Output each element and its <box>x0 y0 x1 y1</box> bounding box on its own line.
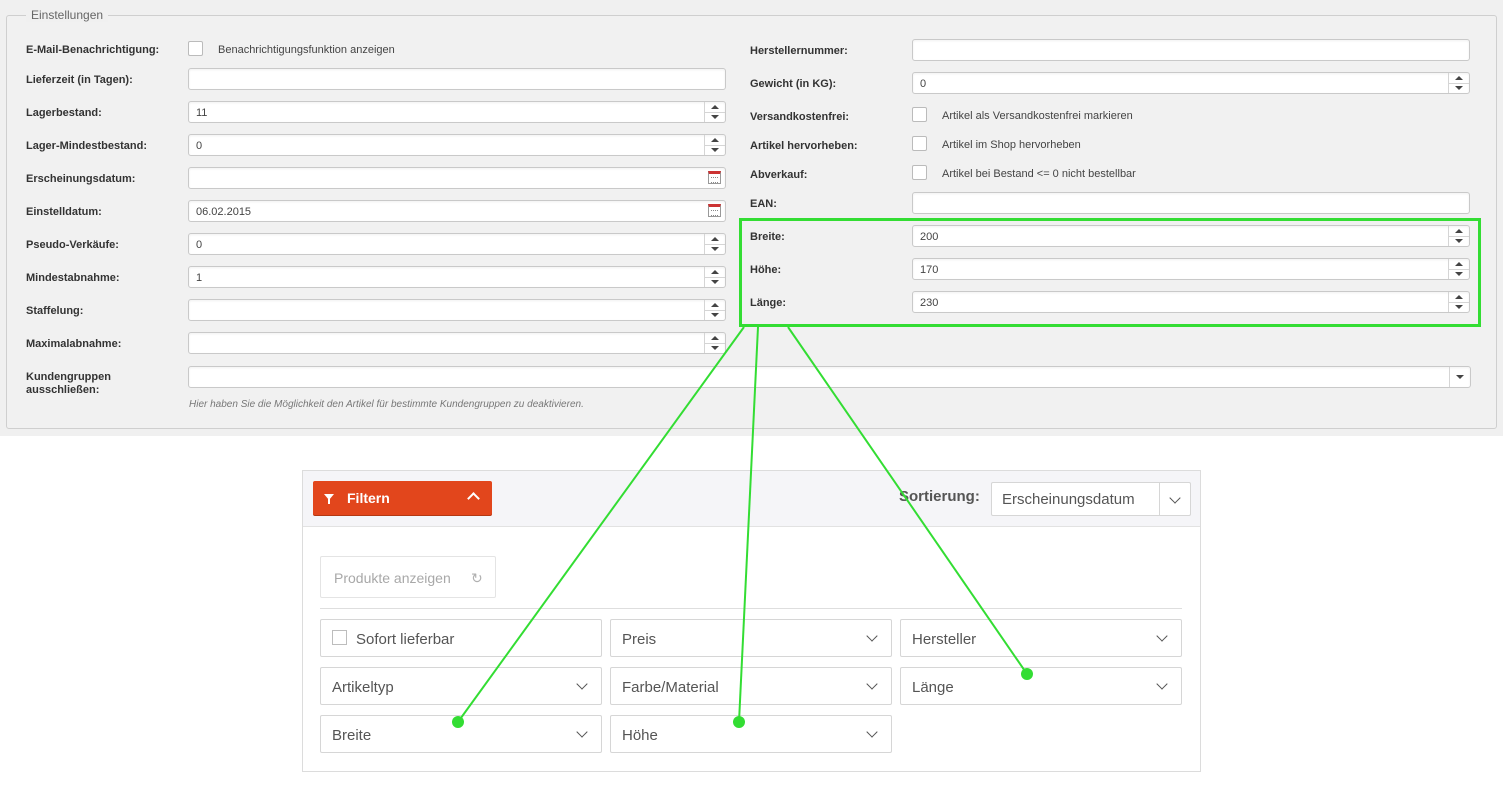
einstelldatum-input[interactable]: 06.02.2015 <box>188 200 726 222</box>
pseudo-verkaeufe-label: Pseudo-Verkäufe: <box>26 239 119 251</box>
staffelung-input[interactable] <box>188 299 726 321</box>
filter-panel: Filtern Sortierung: Erscheinungsdatum Pr… <box>302 470 1201 772</box>
sort-value: Erscheinungsdatum <box>1002 491 1135 508</box>
kundengruppen-hint: Hier haben Sie die Möglichkeit den Artik… <box>189 399 584 410</box>
lagerbestand-label: Lagerbestand: <box>26 107 102 119</box>
kundengruppen-label: Kundengruppen ausschließen: <box>26 371 111 396</box>
filter-hoehe[interactable]: Höhe <box>610 715 892 753</box>
herstellernummer-label: Herstellernummer: <box>750 45 848 57</box>
abverkauf-text: Artikel bei Bestand <= 0 nicht bestellba… <box>942 168 1136 180</box>
gewicht-label: Gewicht (in KG): <box>750 78 837 90</box>
filter-preis[interactable]: Preis <box>610 619 892 657</box>
ean-input[interactable] <box>912 192 1470 214</box>
hervorheben-text: Artikel im Shop hervorheben <box>942 139 1081 151</box>
filter-hersteller[interactable]: Hersteller <box>900 619 1182 657</box>
settings-legend: Einstellungen <box>26 8 109 22</box>
filter-label: Sofort lieferbar <box>356 631 455 648</box>
funnel-icon <box>324 494 334 504</box>
hervorheben-checkbox[interactable] <box>912 136 927 151</box>
mindestabnahme-label: Mindestabnahme: <box>26 272 120 284</box>
refresh-icon: ↻ <box>471 570 483 586</box>
email-notification-label: E-Mail-Benachrichtigung: <box>26 44 160 56</box>
filter-label: Preis <box>622 631 657 648</box>
kundengruppen-select[interactable] <box>188 366 1471 388</box>
chevron-down-icon <box>576 678 588 690</box>
lager-mindestbestand-spinner[interactable] <box>704 135 725 155</box>
pseudo-verkaeufe-spinner[interactable] <box>704 234 725 254</box>
chevron-down-icon <box>866 678 878 690</box>
sort-label: Sortierung: <box>899 488 980 505</box>
filter-laenge[interactable]: Länge <box>900 667 1182 705</box>
abverkauf-label: Abverkauf: <box>750 169 808 181</box>
calendar-icon[interactable] <box>708 204 721 217</box>
filter-label: Farbe/Material <box>622 679 719 696</box>
filter-breite[interactable]: Breite <box>320 715 602 753</box>
filter-label: Artikeltyp <box>332 679 394 696</box>
ean-label: EAN: <box>750 198 777 210</box>
email-notification-text: Benachrichtigungsfunktion anzeigen <box>218 44 395 56</box>
sort-select[interactable]: Erscheinungsdatum <box>991 482 1191 516</box>
versandkostenfrei-checkbox[interactable] <box>912 107 927 122</box>
mindestabnahme-spinner[interactable] <box>704 267 725 287</box>
mindestabnahme-input[interactable]: 1 <box>188 266 726 288</box>
filter-label: Hersteller <box>912 631 977 648</box>
chevron-down-icon <box>866 726 878 738</box>
lager-mindestbestand-input[interactable]: 0 <box>188 134 726 156</box>
lagerbestand-spinner[interactable] <box>704 102 725 122</box>
maximalabnahme-spinner[interactable] <box>704 333 725 353</box>
email-notification-checkbox[interactable] <box>188 41 203 56</box>
lager-mindestbestand-label: Lager-Mindestbestand: <box>26 140 148 152</box>
versandkostenfrei-label: Versandkostenfrei: <box>750 111 850 123</box>
filter-artikeltyp[interactable]: Artikeltyp <box>320 667 602 705</box>
versandkostenfrei-text: Artikel als Versandkostenfrei markieren <box>942 110 1133 122</box>
staffelung-label: Staffelung: <box>26 305 84 317</box>
calendar-icon[interactable] <box>708 171 721 184</box>
pseudo-verkaeufe-input[interactable]: 0 <box>188 233 726 255</box>
filter-sofort-lieferbar[interactable]: Sofort lieferbar <box>320 619 602 657</box>
show-products-label: Produkte anzeigen <box>334 570 451 586</box>
chevron-down-icon <box>1156 678 1168 690</box>
chevron-down-icon <box>1156 630 1168 642</box>
dropdown-arrow-icon[interactable] <box>1449 367 1470 387</box>
erscheinungsdatum-label: Erscheinungsdatum: <box>26 173 136 185</box>
erscheinungsdatum-input[interactable] <box>188 167 726 189</box>
show-products-button[interactable]: Produkte anzeigen ↻ <box>320 556 496 598</box>
chevron-down-icon <box>1169 492 1181 504</box>
sofort-lieferbar-checkbox[interactable] <box>332 630 347 645</box>
lieferzeit-input[interactable] <box>188 68 726 90</box>
filter-label: Länge <box>912 679 954 696</box>
herstellernummer-input[interactable] <box>912 39 1470 61</box>
filter-divider <box>320 608 1182 609</box>
lieferzeit-label: Lieferzeit (in Tagen): <box>26 74 133 86</box>
filter-farbe-material[interactable]: Farbe/Material <box>610 667 892 705</box>
maximalabnahme-label: Maximalabnahme: <box>26 338 122 350</box>
sort-separator <box>1159 483 1160 515</box>
filter-label: Höhe <box>622 727 658 744</box>
maximalabnahme-input[interactable] <box>188 332 726 354</box>
filter-toggle-button[interactable]: Filtern <box>313 481 492 515</box>
filter-header: Filtern Sortierung: Erscheinungsdatum <box>303 471 1200 527</box>
staffelung-spinner[interactable] <box>704 300 725 320</box>
gewicht-input[interactable]: 0 <box>912 72 1470 94</box>
filter-button-label: Filtern <box>347 490 390 506</box>
chevron-down-icon <box>576 726 588 738</box>
dimensions-highlight-box <box>739 218 1481 327</box>
gewicht-spinner[interactable] <box>1448 73 1469 93</box>
chevron-down-icon <box>866 630 878 642</box>
chevron-up-icon <box>467 492 480 505</box>
abverkauf-checkbox[interactable] <box>912 165 927 180</box>
lagerbestand-input[interactable]: 11 <box>188 101 726 123</box>
filter-label: Breite <box>332 727 372 744</box>
einstelldatum-label: Einstelldatum: <box>26 206 102 218</box>
hervorheben-label: Artikel hervorheben: <box>750 140 858 152</box>
